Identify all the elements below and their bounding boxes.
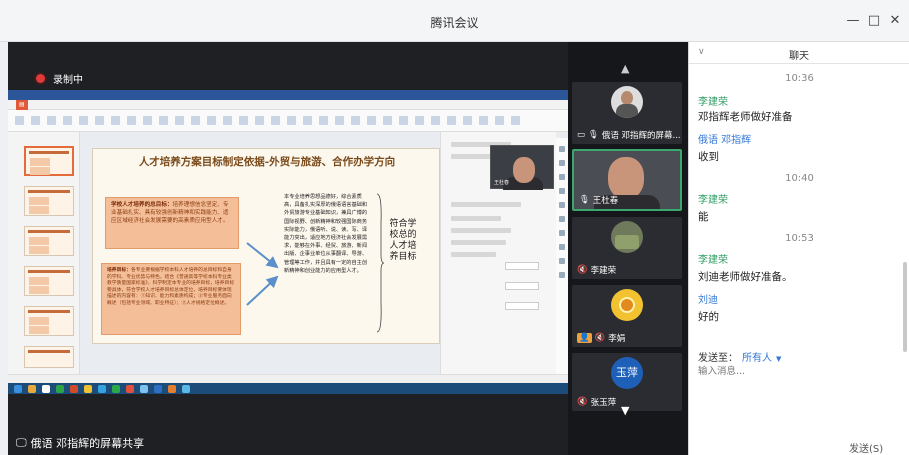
slide-thumb [24, 346, 74, 368]
share-caption-text: 俄语 邓指辉的屏幕共享 [30, 437, 145, 450]
message-text: 收到 [698, 151, 719, 163]
slide-title: 人才培养方案目标制定依据-外贸与旅游、合作办学方向 [138, 156, 396, 168]
pptx-side-toolbar [556, 138, 568, 374]
slide-thumbnails [8, 132, 80, 374]
box1-title: 学校人才培养的总目标： [111, 202, 173, 208]
message-sender: 李建荣 [698, 255, 728, 266]
title-bar: 腾讯会议 — □ ✕ [0, 0, 909, 42]
avatar [611, 221, 643, 253]
share-caption: 🖵 俄语 邓指辉的屏幕共享 [16, 435, 144, 451]
message-time: 10:53 [785, 233, 814, 244]
slide-box-target: 培养目标：各专业要根据学校本科人才培养的总目标和自身的学科、专业优势与特色，结合… [101, 263, 241, 335]
message-text: 好的 [698, 311, 719, 323]
record-icon [36, 74, 45, 83]
message-text: 能 [698, 211, 709, 223]
participant-name: 李娟 [608, 334, 626, 344]
bracket-icon [376, 193, 384, 333]
slide-arrows-icon [246, 242, 279, 306]
minimize-button[interactable]: — [843, 13, 863, 28]
participant-face-icon [608, 157, 644, 199]
current-slide: 人才培养方案目标制定依据-外贸与旅游、合作办学方向 学校人才培养的总目标：培养理… [92, 148, 440, 344]
pptx-menu-icon: ▤ [16, 100, 28, 110]
screen-share-area[interactable]: 录制中 ▤ 人才培养方案目标制定依据-外贸与旅游、合作办学方向 学校人才培养的总… [8, 42, 568, 455]
maximize-button[interactable]: □ [864, 13, 884, 28]
avatar [611, 86, 643, 118]
recording-label: 录制中 [53, 75, 83, 86]
shared-desktop: ▤ 人才培养方案目标制定依据-外贸与旅游、合作办学方向 学校人才培养的总目标：培… [8, 90, 568, 394]
chat-title: 聊天 [789, 51, 809, 62]
avatar [611, 289, 643, 321]
message-sender: 李建荣 [698, 195, 728, 206]
chat-input[interactable] [698, 364, 898, 378]
message-sender: 李建荣 [698, 97, 728, 108]
slide-thumb [24, 266, 74, 296]
avatar: 玉萍 [611, 357, 643, 389]
slide-middle-text: 本专业培养思想品德好，综合素质高，具备扎实深厚的俄语语言基础和外贸旅游专业基础知… [284, 194, 368, 274]
mic-icon: 🎙 [588, 130, 599, 140]
participant-tile[interactable]: ▭ 🎙 俄语 邓指辉的屏幕... [572, 82, 682, 144]
message-sender: 刘迪 [698, 295, 718, 306]
presenter-camera-overlay: 王杜春 [490, 145, 554, 190]
slide-thumb [24, 226, 74, 256]
scroll-up-icon[interactable]: ▲ [621, 62, 629, 75]
dropdown-caret-icon[interactable]: ▼ [776, 355, 781, 363]
message-time: 10:40 [785, 173, 814, 184]
mic-muted-icon: 🔇 [577, 265, 588, 275]
window-title: 腾讯会议 [430, 16, 479, 30]
close-button[interactable]: ✕ [885, 13, 905, 28]
pptx-ribbon [8, 110, 568, 132]
mini-cam-label: 王杜春 [494, 180, 510, 186]
send-to-label: 发送至： [698, 353, 738, 364]
participant-tile[interactable]: 👤 🔇 李娟 [572, 285, 682, 347]
slide-thumb [24, 306, 74, 336]
presenter-face-icon [513, 157, 535, 183]
screen-share-icon: 🖵 [16, 436, 27, 449]
chat-scrollbar[interactable] [903, 262, 907, 352]
participant-tile[interactable]: 🔇 李建荣 [572, 217, 682, 279]
pptx-menu: ▤ [8, 100, 568, 110]
mic-muted-icon: 🔇 [594, 333, 606, 343]
pptx-statusbar [8, 374, 568, 383]
windows-taskbar [8, 383, 568, 394]
participant-name: 李建荣 [590, 266, 617, 276]
send-button[interactable]: 发送(S) [849, 440, 883, 455]
participant-name: 王杜春 [592, 196, 619, 206]
participant-tile[interactable]: 🎙 王杜春 [572, 149, 682, 211]
mic-icon: 🎙 [579, 195, 590, 205]
slide-box-goal: 学校人才培养的总目标：培养理想信念坚定、专业基础扎实、具有较强创新精神和实践能力… [105, 197, 239, 249]
participant-name: 张玉萍 [590, 398, 617, 408]
message-text: 刘迪老师做好准备。 [698, 271, 793, 283]
chat-panel: ∨ 聊天 10:36 李建荣 邓指辉老师做好准备 俄语 邓指辉 收到 10:40… [688, 42, 909, 455]
participant-name: 俄语 邓指辉的屏幕... [601, 131, 681, 141]
user-icon: 👤 [577, 333, 592, 343]
chat-header: ∨ 聊天 [689, 42, 909, 64]
send-to-selector[interactable]: 发送至： 所有人 ▼ [698, 349, 781, 364]
recording-indicator: 录制中 [36, 71, 83, 86]
scroll-down-icon[interactable]: ▼ [621, 404, 629, 417]
slide-thumb [24, 146, 74, 176]
participant-tile[interactable]: 玉萍 🔇 张玉萍 [572, 353, 682, 411]
message-time: 10:36 [785, 73, 814, 84]
message-text: 邓指辉老师做好准备 [698, 111, 793, 123]
slide-thumb [24, 186, 74, 216]
box2-title: 培养目标： [107, 267, 131, 273]
send-to-value[interactable]: 所有人 [742, 353, 772, 364]
pptx-titlebar [8, 90, 568, 100]
box2-body: 各专业要根据学校本科人才培养的总目标和自身的学科、专业优势与特色，结合《普通高等… [107, 268, 235, 306]
slide-right-text: 符合学校总的人才培养目标 [389, 219, 417, 262]
participant-strip: ▲ ▭ 🎙 俄语 邓指辉的屏幕... 🎙 王杜春 🔇 李建荣 👤 🔇 李娟 玉萍… [568, 42, 688, 455]
screen-share-icon: ▭ [577, 130, 586, 140]
mic-muted-icon: 🔇 [577, 397, 588, 407]
message-sender: 俄语 邓指辉 [698, 135, 752, 146]
